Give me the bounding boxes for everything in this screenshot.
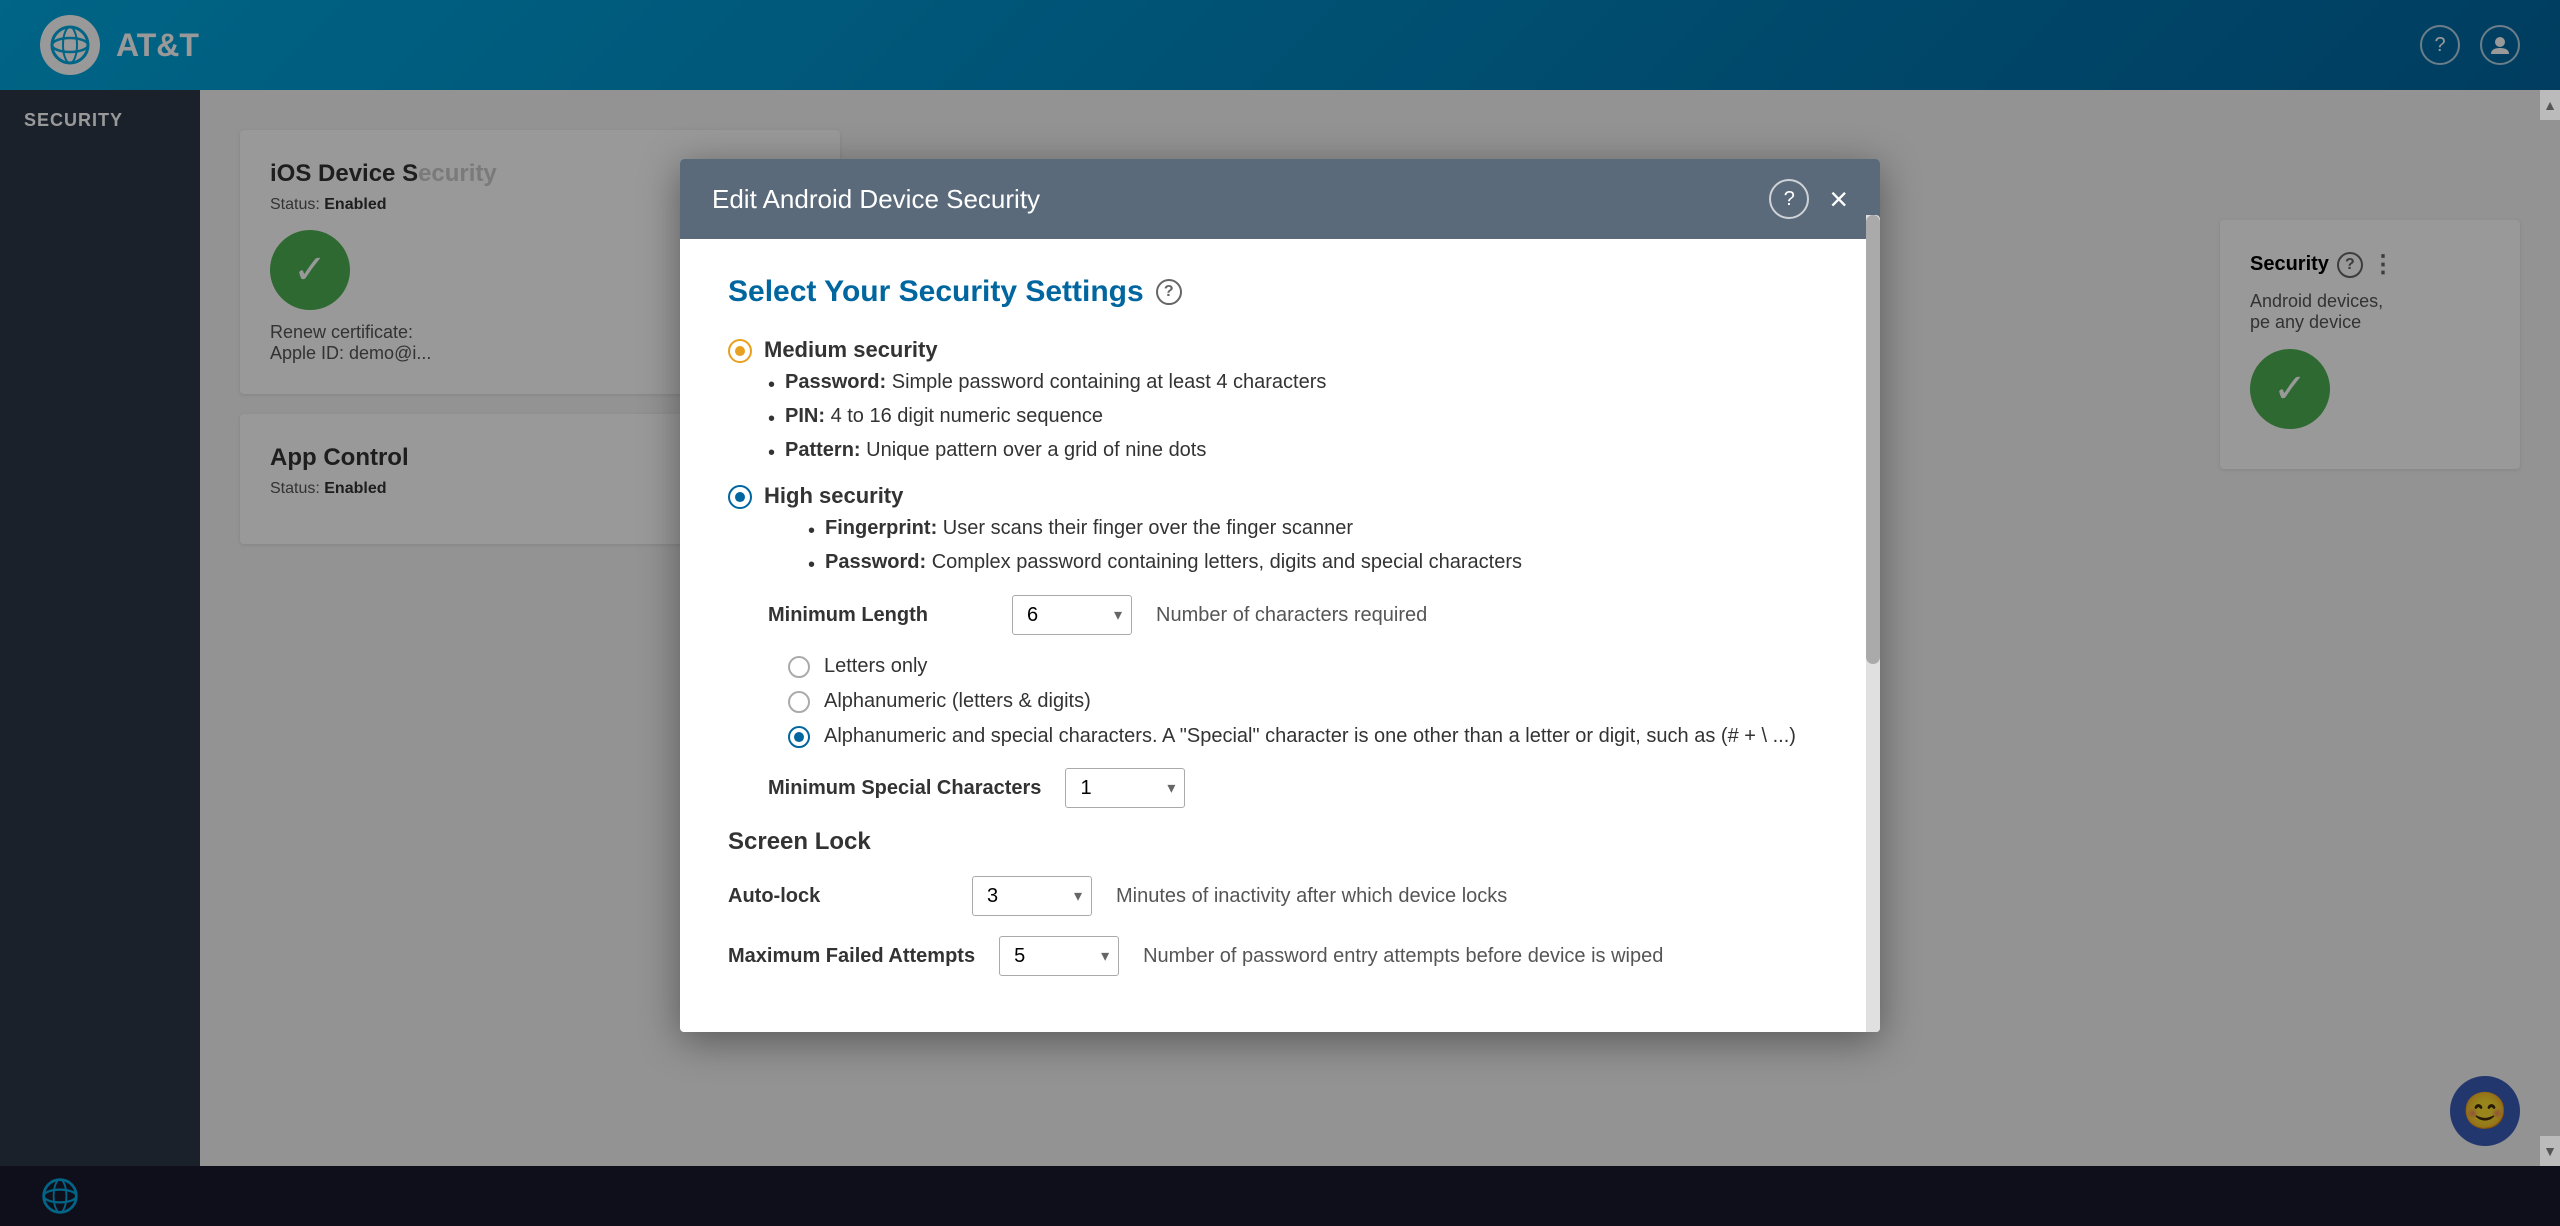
password-type-group: Letters only Alphanumeric (letters & dig…	[788, 655, 1832, 748]
modal-scroll-thumb	[1866, 215, 1880, 664]
high-security-radio[interactable]	[728, 485, 752, 509]
autolock-label: Auto-lock	[728, 885, 948, 908]
min-length-label: Minimum Length	[768, 604, 988, 627]
modal-scroll-track[interactable]	[1866, 215, 1880, 1032]
medium-bullet-pattern: • Pattern: Unique pattern over a grid of…	[768, 439, 1832, 467]
section-title-text: Select Your Security Settings	[728, 275, 1144, 309]
security-settings-title: Select Your Security Settings ?	[728, 275, 1832, 309]
letters-only-radio[interactable]	[788, 656, 810, 678]
high-security-option: High security	[728, 483, 1832, 509]
autolock-row: Auto-lock 1 2 3 4 5 Minutes of inactivit…	[728, 876, 1832, 916]
medium-bullet-password: • Password: Simple password containing a…	[768, 371, 1832, 399]
max-failed-row: Maximum Failed Attempts 3 4 5 6 7 8 10 N…	[728, 936, 1832, 976]
medium-security-label: Medium security	[764, 337, 938, 363]
medium-security-option: Medium security	[728, 337, 1832, 363]
modal-body: Select Your Security Settings ? Medium s…	[680, 239, 1880, 1032]
modal-header-actions: ? ×	[1769, 179, 1848, 219]
modal-close-button[interactable]: ×	[1829, 183, 1848, 215]
high-fingerprint-bold: Fingerprint:	[825, 517, 937, 539]
min-length-select-wrapper: 4 5 6 7 8 10 12 16	[1012, 595, 1132, 635]
modal-header: Edit Android Device Security ? ×	[680, 159, 1880, 239]
screen-lock-section: Screen Lock Auto-lock 1 2 3 4 5 Minutes …	[728, 828, 1832, 976]
modal-title: Edit Android Device Security	[712, 184, 1040, 215]
alphanumeric-special-label: Alphanumeric and special characters. A "…	[824, 725, 1796, 748]
min-special-label: Minimum Special Characters	[768, 777, 1041, 800]
high-password-bold: Password:	[825, 551, 926, 573]
medium-pin-rest: 4 to 16 digit numeric sequence	[825, 405, 1103, 427]
max-failed-select-wrapper: 3 4 5 6 7 8 10	[999, 936, 1119, 976]
letters-only-label: Letters only	[824, 655, 927, 678]
section-help-icon[interactable]: ?	[1156, 279, 1182, 305]
medium-pattern-bold: Pattern:	[785, 439, 861, 461]
medium-bullet-pin: • PIN: 4 to 16 digit numeric sequence	[768, 405, 1832, 433]
min-length-hint: Number of characters required	[1156, 604, 1427, 627]
medium-password-rest: Simple password containing at least 4 ch…	[886, 371, 1326, 393]
max-failed-hint: Number of password entry attempts before…	[1143, 945, 1663, 968]
alphanumeric-special-radio[interactable]	[788, 726, 810, 748]
high-bullet-password: • Password: Complex password containing …	[808, 551, 1832, 579]
high-fingerprint-rest: User scans their finger over the finger …	[937, 517, 1353, 539]
alphanumeric-radio[interactable]	[788, 691, 810, 713]
medium-pin-bold: PIN:	[785, 405, 825, 427]
medium-security-radio[interactable]	[728, 339, 752, 363]
letters-only-item: Letters only	[788, 655, 1832, 678]
high-security-label: High security	[764, 483, 903, 509]
autolock-select[interactable]: 1 2 3 4 5	[972, 876, 1092, 916]
high-security-bullets: • Fingerprint: User scans their finger o…	[808, 517, 1832, 579]
alphanumeric-label: Alphanumeric (letters & digits)	[824, 690, 1091, 713]
edit-security-modal: Edit Android Device Security ? × Select …	[680, 159, 1880, 1032]
medium-security-bullets: • Password: Simple password containing a…	[768, 371, 1832, 467]
autolock-select-wrapper: 1 2 3 4 5	[972, 876, 1092, 916]
high-bullet-fingerprint: • Fingerprint: User scans their finger o…	[808, 517, 1832, 545]
min-special-row: Minimum Special Characters 0 1 2 3 4 5	[768, 768, 1832, 808]
alphanumeric-special-item: Alphanumeric and special characters. A "…	[788, 725, 1832, 748]
alphanumeric-item: Alphanumeric (letters & digits)	[788, 690, 1832, 713]
max-failed-select[interactable]: 3 4 5 6 7 8 10	[999, 936, 1119, 976]
page-scroll-up-btn[interactable]: ▲	[2540, 90, 2560, 120]
modal-help-button[interactable]: ?	[1769, 179, 1809, 219]
max-failed-label: Maximum Failed Attempts	[728, 945, 975, 968]
min-special-select[interactable]: 0 1 2 3 4 5	[1065, 768, 1185, 808]
screen-lock-title: Screen Lock	[728, 828, 1832, 856]
medium-pattern-rest: Unique pattern over a grid of nine dots	[861, 439, 1207, 461]
high-password-rest: Complex password containing letters, dig…	[926, 551, 1522, 573]
page-scroll-down-btn[interactable]: ▼	[2540, 1136, 2560, 1166]
medium-password-bold: Password:	[785, 371, 886, 393]
high-security-section: • Fingerprint: User scans their finger o…	[768, 517, 1832, 808]
autolock-hint: Minutes of inactivity after which device…	[1116, 885, 1507, 908]
min-special-select-wrapper: 0 1 2 3 4 5	[1065, 768, 1185, 808]
min-length-select[interactable]: 4 5 6 7 8 10 12 16	[1012, 595, 1132, 635]
min-length-row: Minimum Length 4 5 6 7 8 10 12 16 Number…	[768, 595, 1832, 635]
